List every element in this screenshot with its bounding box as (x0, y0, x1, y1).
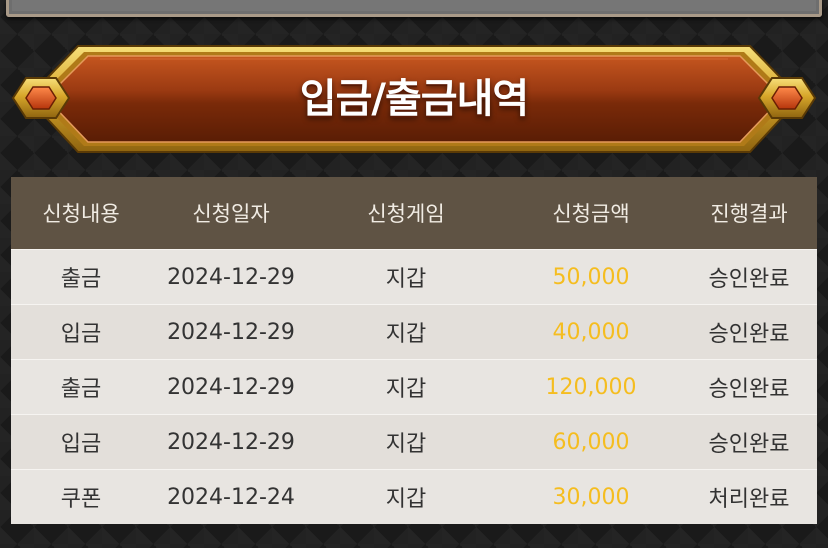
cell-amount: 40,000 (501, 304, 681, 360)
table-row: 입금 2024-12-29 지갑 40,000 승인완료 (11, 304, 817, 360)
column-header-amount: 신청금액 (501, 177, 681, 250)
cell-result: 승인완료 (681, 249, 817, 305)
column-header-type: 신청내용 (11, 177, 151, 250)
cell-type: 입금 (11, 414, 151, 470)
cell-amount: 50,000 (501, 249, 681, 305)
column-header-date: 신청일자 (151, 177, 311, 250)
cell-date: 2024-12-29 (151, 359, 311, 415)
table-header-row: 신청내용 신청일자 신청게임 신청금액 진행결과 (11, 177, 817, 250)
cell-result: 승인완료 (681, 414, 817, 470)
title-banner: 입금/출금내역 (0, 40, 828, 158)
column-header-result: 진행결과 (681, 177, 817, 250)
cell-result: 승인완료 (681, 359, 817, 415)
cell-type: 출금 (11, 359, 151, 415)
cell-type: 출금 (11, 249, 151, 305)
column-header-game: 신청게임 (311, 177, 501, 250)
cell-game: 지갑 (311, 359, 501, 415)
cell-game: 지갑 (311, 304, 501, 360)
cell-type: 쿠폰 (11, 469, 151, 524)
table-row: 출금 2024-12-29 지갑 120,000 승인완료 (11, 359, 817, 415)
cell-amount: 60,000 (501, 414, 681, 470)
cell-result: 처리완료 (681, 469, 817, 524)
page-title: 입금/출금내역 (299, 76, 529, 122)
cell-game: 지갑 (311, 249, 501, 305)
table-row: 입금 2024-12-29 지갑 60,000 승인완료 (11, 414, 817, 470)
table-row: 쿠폰 2024-12-24 지갑 30,000 처리완료 (11, 469, 817, 524)
top-frame-inner (12, 0, 816, 11)
cell-date: 2024-12-29 (151, 414, 311, 470)
cell-result: 승인완료 (681, 304, 817, 360)
cell-game: 지갑 (311, 414, 501, 470)
top-frame (6, 0, 822, 17)
cell-amount: 120,000 (501, 359, 681, 415)
cell-amount: 30,000 (501, 469, 681, 524)
cell-game: 지갑 (311, 469, 501, 524)
history-table: 신청내용 신청일자 신청게임 신청금액 진행결과 출금 2024-12-29 지… (11, 177, 817, 524)
cell-type: 입금 (11, 304, 151, 360)
cell-date: 2024-12-29 (151, 304, 311, 360)
cell-date: 2024-12-24 (151, 469, 311, 524)
table-row: 출금 2024-12-29 지갑 50,000 승인완료 (11, 249, 817, 305)
cell-date: 2024-12-29 (151, 249, 311, 305)
